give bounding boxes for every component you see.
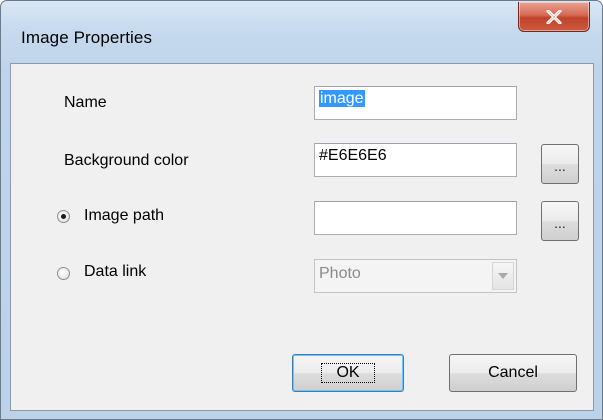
ok-button[interactable]: OK: [292, 354, 404, 392]
background-color-label: Background color: [64, 152, 189, 169]
image-path-field[interactable]: [314, 201, 517, 235]
name-label: Name: [64, 94, 107, 111]
data-link-radio[interactable]: [57, 267, 70, 280]
image-path-browse-button[interactable]: ...: [541, 201, 579, 241]
image-properties-dialog: Image Properties Name image Background c…: [0, 0, 603, 420]
radio-selected-dot: [61, 214, 66, 219]
close-icon: [546, 9, 562, 24]
close-button[interactable]: [518, 2, 590, 32]
name-field[interactable]: image: [314, 86, 517, 120]
name-field-value: image: [319, 90, 365, 107]
dropdown-arrow-button[interactable]: [492, 262, 514, 290]
background-color-browse-button[interactable]: ...: [541, 144, 579, 184]
background-color-field[interactable]: #E6E6E6: [314, 143, 517, 177]
data-link-select[interactable]: Photo: [314, 259, 517, 293]
data-link-select-value: Photo: [319, 265, 361, 282]
chevron-down-icon: [498, 273, 508, 279]
background-color-value: #E6E6E6: [319, 147, 387, 164]
image-path-radio[interactable]: [57, 210, 70, 223]
data-link-label: Data link: [84, 263, 147, 280]
dialog-title: Image Properties: [21, 28, 153, 47]
ok-button-label: OK: [321, 363, 375, 383]
image-path-label: Image path: [84, 207, 165, 224]
cancel-button[interactable]: Cancel: [449, 354, 577, 392]
dialog-client-area: Name image Background color #E6E6E6 ... …: [10, 63, 594, 411]
